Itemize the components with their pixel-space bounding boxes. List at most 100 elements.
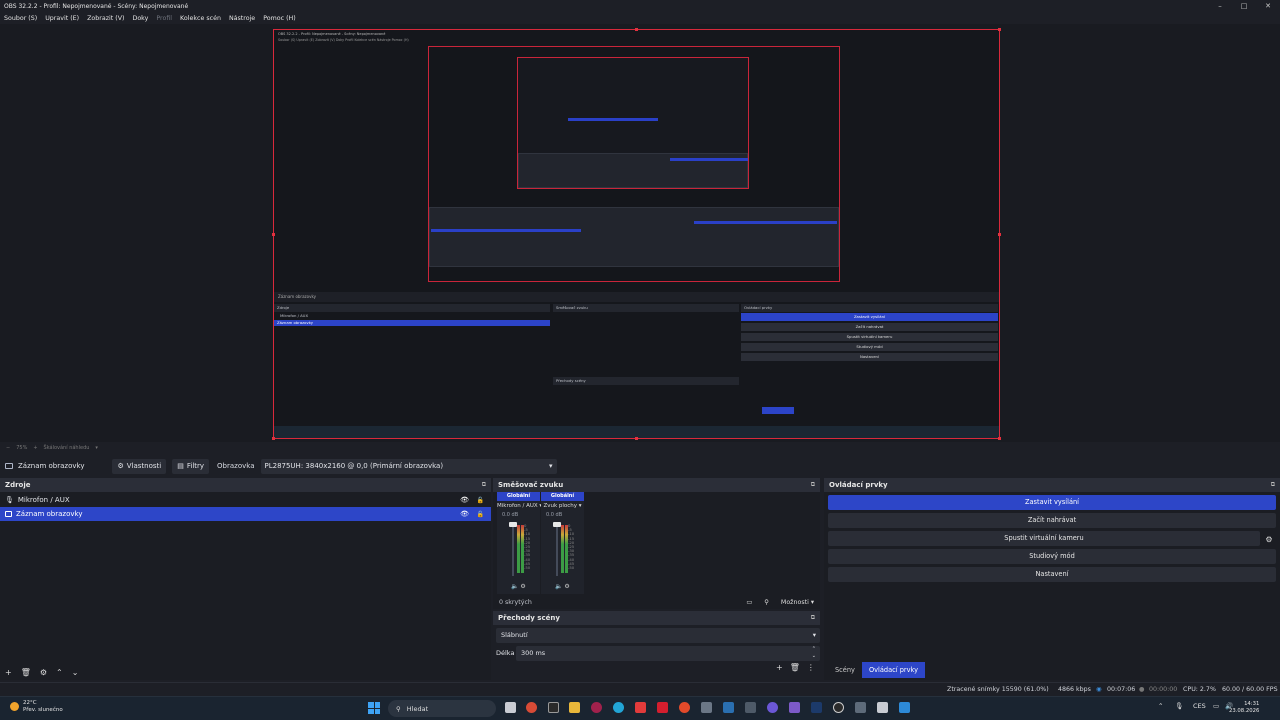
start-recording-button[interactable]: Začít nahrávat xyxy=(828,513,1276,528)
edge-icon[interactable] xyxy=(613,702,624,713)
chevron-down-icon[interactable]: ▾ xyxy=(95,445,98,451)
arrow-down-icon[interactable]: ⌄ xyxy=(72,668,79,677)
lock-icon[interactable]: 🔓 xyxy=(477,511,484,518)
filters-button[interactable]: ▤ Filtry xyxy=(172,458,210,474)
stop-streaming-button[interactable]: Zastavit vysílání xyxy=(828,495,1276,510)
clock[interactable]: 14:31 23.08.2026 xyxy=(1229,701,1259,715)
volume-slider[interactable] xyxy=(553,522,561,576)
weather-widget[interactable]: 22°C Přev. slunečno xyxy=(10,700,63,713)
speaker-icon[interactable]: 🔈 xyxy=(555,583,562,590)
folder-icon[interactable] xyxy=(569,702,580,713)
resize-handle[interactable] xyxy=(998,28,1001,31)
source-item-microphone[interactable]: 🎙 Mikrofon / AUX 👁 🔓 xyxy=(0,493,491,507)
taskbar-search[interactable]: ⚲ Hledat xyxy=(388,700,496,717)
menu-tools[interactable]: Nástroje xyxy=(229,15,255,22)
slider-knob[interactable] xyxy=(553,522,561,527)
language-indicator[interactable]: CES xyxy=(1193,702,1206,710)
status-bar: Ztracené snímky 15590 (61.0%) 4866 kbps … xyxy=(0,682,1280,696)
add-icon[interactable]: + xyxy=(5,668,12,677)
network-icon[interactable]: ▭ xyxy=(1213,702,1219,710)
properties-button[interactable]: ⚙ Vlastnosti xyxy=(112,458,167,474)
channel-name[interactable]: Mikrofon / AUX ▾ xyxy=(497,503,542,509)
display-select[interactable]: PL2875UH: 3840x2160 @ 0,0 (Primární obra… xyxy=(260,458,557,474)
menu-view[interactable]: Zobrazit (V) xyxy=(87,15,124,22)
app-icon[interactable] xyxy=(701,702,712,713)
app-icon[interactable] xyxy=(789,702,800,713)
gear-icon[interactable]: ⚙ xyxy=(520,583,525,590)
nested-transitions-header: Přechody scény xyxy=(553,377,739,385)
app-icon[interactable] xyxy=(899,702,910,713)
app-icon[interactable] xyxy=(811,702,822,713)
task-view-icon[interactable] xyxy=(505,702,516,713)
dock-tabs: Scény Ovládací prvky xyxy=(828,662,925,678)
start-virtual-camera-button[interactable]: Spustit virtuální kameru xyxy=(828,531,1260,546)
gear-icon[interactable]: ⚙ xyxy=(1262,532,1276,547)
resize-handle[interactable] xyxy=(635,28,638,31)
spin-icon[interactable]: ⌃ ⌄ xyxy=(812,646,816,660)
undock-icon[interactable]: ⧉ xyxy=(811,481,815,489)
chevron-down-icon: ▾ xyxy=(548,462,553,470)
eye-icon[interactable]: 👁 xyxy=(460,496,469,504)
tab-scenes[interactable]: Scény xyxy=(828,662,862,678)
app-icon[interactable] xyxy=(635,702,646,713)
app-icon[interactable] xyxy=(877,702,888,713)
gear-icon[interactable]: ⚙ xyxy=(564,583,569,590)
lock-icon[interactable]: 🔓 xyxy=(477,497,484,504)
preview-canvas[interactable]: OBS 32.2.2 - Profil: Nepojmenované - Scé… xyxy=(273,29,1000,439)
transition-select[interactable]: Slábnutí ▾ xyxy=(496,628,820,643)
undock-icon[interactable]: ⧉ xyxy=(811,611,815,625)
menu-edit[interactable]: Upravit (E) xyxy=(45,15,79,22)
zoom-in-icon[interactable]: + xyxy=(33,445,37,451)
app-icon[interactable] xyxy=(745,702,756,713)
zoom-mode[interactable]: Škálování náhledu xyxy=(44,445,90,451)
microphone-icon[interactable]: 🎙 xyxy=(1175,702,1183,710)
duration-input[interactable]: 300 ms ⌃ ⌄ xyxy=(516,646,820,661)
app-icon[interactable] xyxy=(657,702,668,713)
gear-icon[interactable]: ⚙ xyxy=(40,668,47,677)
layout-icon[interactable]: ▭ xyxy=(746,599,752,606)
add-icon[interactable]: + xyxy=(776,663,783,672)
close-button[interactable]: ✕ xyxy=(1256,0,1280,12)
menu-help[interactable]: Pomoc (H) xyxy=(263,15,296,22)
link-icon[interactable]: ⚲ xyxy=(764,599,769,606)
resize-handle[interactable] xyxy=(998,437,1001,440)
app-icon[interactable] xyxy=(548,702,559,713)
speaker-icon[interactable]: 🔈 xyxy=(511,583,518,590)
windows-start-icon[interactable] xyxy=(368,702,380,714)
minimize-button[interactable]: – xyxy=(1208,0,1232,12)
studio-mode-button[interactable]: Studiový mód xyxy=(828,549,1276,564)
settings-icon[interactable] xyxy=(855,702,866,713)
settings-button[interactable]: Nastavení xyxy=(828,567,1276,582)
undock-icon[interactable]: ⧉ xyxy=(482,481,486,489)
tab-controls[interactable]: Ovládací prvky xyxy=(861,662,925,678)
app-icon[interactable] xyxy=(591,702,602,713)
undock-icon[interactable]: ⧉ xyxy=(1271,481,1275,489)
resize-handle[interactable] xyxy=(272,437,275,440)
app-icon[interactable] xyxy=(679,702,690,713)
chrome-icon[interactable] xyxy=(526,702,537,713)
channel-name[interactable]: Zvuk plochy ▾ xyxy=(541,503,584,509)
slider-knob[interactable] xyxy=(509,522,517,527)
menu-file[interactable]: Soubor (S) xyxy=(4,15,37,22)
resize-handle[interactable] xyxy=(998,233,1001,236)
zoom-out-icon[interactable]: − xyxy=(6,445,10,451)
discord-icon[interactable] xyxy=(767,702,778,713)
obs-icon[interactable] xyxy=(833,702,844,713)
volume-slider[interactable] xyxy=(509,522,517,576)
trash-icon[interactable]: 🗑 xyxy=(21,668,31,677)
chevron-up-icon[interactable]: ⌃ xyxy=(1158,702,1163,710)
more-icon[interactable]: ⋮ xyxy=(807,663,815,672)
resize-handle[interactable] xyxy=(272,233,275,236)
trash-icon[interactable]: 🗑 xyxy=(790,663,800,672)
arrow-up-icon[interactable]: ⌃ xyxy=(56,668,63,677)
eye-icon[interactable]: 👁 xyxy=(460,510,469,518)
source-item-screen-capture[interactable]: Záznam obrazovky 👁 🔓 xyxy=(0,507,491,521)
steam-icon[interactable] xyxy=(723,702,734,713)
maximize-button[interactable]: □ xyxy=(1232,0,1256,12)
menu-scene-collection[interactable]: Kolekce scén xyxy=(180,15,221,22)
mixer-options[interactable]: Možnosti ▾ xyxy=(781,599,814,606)
resize-handle[interactable] xyxy=(635,437,638,440)
nested-preview xyxy=(428,46,840,282)
live-time: 00:07:06 xyxy=(1107,686,1136,693)
menu-docks[interactable]: Doky xyxy=(132,15,148,22)
